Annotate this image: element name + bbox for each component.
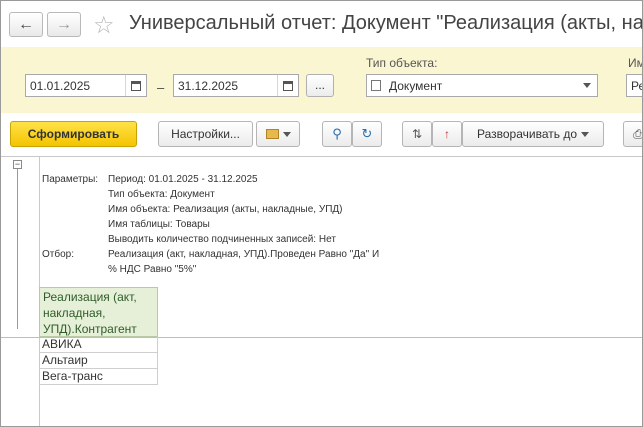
forward-button[interactable]: → — [47, 12, 81, 37]
settings-button[interactable]: Настройки... — [158, 121, 253, 147]
star-icon[interactable]: ☆ — [93, 11, 115, 40]
search-icon: ⚲ — [332, 126, 342, 141]
collapse-icon[interactable]: − — [13, 160, 22, 169]
variants-button[interactable] — [256, 121, 300, 147]
folder-icon — [265, 129, 279, 139]
object-name-value: Ре — [631, 79, 642, 93]
search-button[interactable]: ⚲ — [322, 121, 352, 147]
chevron-down-icon — [282, 131, 291, 137]
table-row[interactable]: АВИКА — [39, 337, 158, 353]
expand-to-button[interactable]: Разворачивать до — [462, 121, 604, 147]
back-button[interactable]: ← — [9, 12, 43, 37]
filter-line: Реализация (акт, накладная, УПД).Проведе… — [108, 249, 380, 260]
arrow-left-icon: ← — [18, 15, 34, 33]
sort-desc-icon: ↑ — [444, 127, 450, 141]
object-type-label: Тип объекта: — [366, 56, 438, 70]
group-tree-line — [17, 169, 18, 329]
date-to-field[interactable]: 31.12.2025 — [173, 74, 299, 97]
param-line: Имя объекта: Реализация (акты, накладные… — [108, 204, 343, 215]
filter-line: % НДС Равно "5%" — [108, 264, 197, 275]
sort-icon: ⇅ — [411, 127, 423, 141]
param-line: Тип объекта: Документ — [108, 189, 215, 200]
chevron-down-icon[interactable] — [577, 75, 597, 96]
page-title: Универсальный отчет: Документ "Реализаци… — [129, 12, 643, 34]
param-line: Имя таблицы: Товары — [108, 219, 210, 230]
document-icon — [371, 80, 381, 91]
generate-button[interactable]: Сформировать — [10, 121, 137, 147]
table-row[interactable]: Вега-транс — [39, 369, 158, 385]
calendar-icon[interactable] — [125, 75, 146, 96]
printer-icon: ⎙ — [633, 126, 643, 141]
print-button[interactable]: ⎙ — [623, 121, 643, 147]
date-to-value: 31.12.2025 — [178, 79, 239, 93]
date-separator: – — [157, 80, 165, 95]
period-select-button[interactable]: ... — [306, 74, 334, 97]
param-line: Выводить количество подчиненных записей:… — [108, 234, 336, 245]
calendar-icon[interactable] — [277, 75, 298, 96]
search-next-icon: ↻ — [361, 126, 373, 141]
search-next-button[interactable]: ↻ — [352, 121, 382, 147]
arrow-right-icon: → — [56, 15, 72, 33]
sort-desc-button[interactable]: ↑ — [432, 121, 462, 147]
expand-to-label: Разворачивать до — [476, 127, 577, 141]
object-name-label: Им — [628, 56, 642, 70]
window-header: ← → ☆ Универсальный отчет: Документ "Реа… — [1, 1, 642, 47]
chevron-down-icon — [581, 131, 589, 137]
table-row[interactable]: Альтаир — [39, 353, 158, 369]
param-line: Период: 01.01.2025 - 31.12.2025 — [108, 174, 258, 185]
column-header-counterparty: Реализация (акт, накладная, УПД).Контраг… — [39, 287, 158, 337]
parameters-label: Параметры: — [42, 174, 99, 185]
toolbar-divider — [1, 156, 642, 157]
object-type-select[interactable]: Документ — [366, 74, 598, 97]
report-window: ← → ☆ Универсальный отчет: Документ "Реа… — [0, 0, 643, 427]
object-type-value: Документ — [389, 79, 443, 93]
object-name-field[interactable]: Ре — [626, 74, 642, 97]
date-from-field[interactable]: 01.01.2025 — [25, 74, 147, 97]
sort-button[interactable]: ⇅ — [402, 121, 432, 147]
date-from-value: 01.01.2025 — [30, 79, 91, 93]
filter-label: Отбор: — [42, 249, 74, 260]
